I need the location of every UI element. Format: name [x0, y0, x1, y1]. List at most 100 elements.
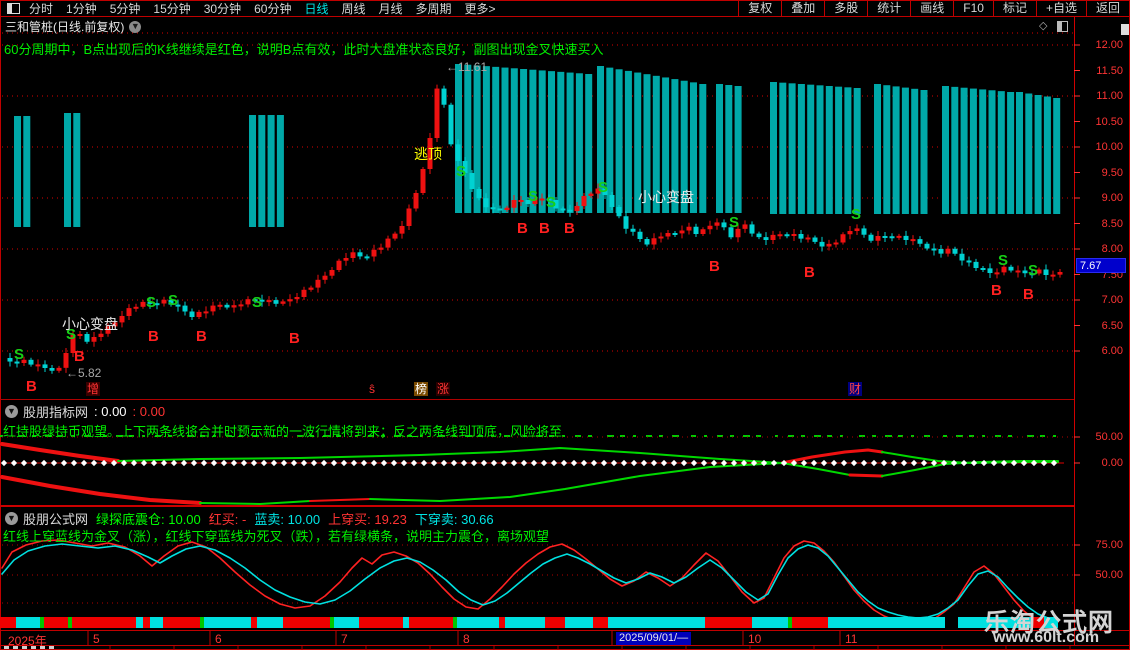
period-tab-3[interactable]: 15分钟 — [153, 0, 190, 17]
month-label: 6 — [215, 632, 222, 646]
marker-sell: S — [851, 206, 862, 223]
marker-sell: S — [528, 188, 539, 205]
selected-date[interactable]: 2025/09/01/— — [616, 632, 692, 645]
panel3-field-0: 绿探底震仓: 10.00 — [96, 512, 201, 527]
marker-sell: S — [252, 294, 263, 311]
panel3-field-3: 上穿买: 19.23 — [328, 512, 407, 527]
y-axis-label: 10.50 — [1095, 115, 1123, 128]
scrollbar-thumb[interactable] — [1121, 24, 1129, 35]
y-axis-label: 12.00 — [1095, 39, 1123, 51]
marker-sell: S — [998, 252, 1009, 269]
panel2-value2: : 0.00 — [132, 404, 166, 419]
panel3-graphics — [0, 539, 1073, 628]
marker-sell: S — [168, 292, 179, 309]
period-tab-5[interactable]: 60分钟 — [254, 0, 291, 17]
y-axis-label: 7.00 — [1101, 294, 1123, 306]
marker-buy: B — [74, 348, 85, 365]
marker-buy: B — [26, 378, 37, 395]
toolbar-button-6[interactable]: 标记 — [992, 0, 1036, 16]
period-tabs: 分时 1分钟 5分钟 15分钟 30分钟 60分钟 日线 周线 月线 多周期 更多> — [29, 0, 509, 17]
chart-annotation: 逃顶 — [414, 146, 442, 162]
toolbar-button-4[interactable]: 画线 — [910, 0, 953, 16]
month-label: 7 — [341, 632, 348, 646]
y-axis-label: 9.00 — [1101, 192, 1123, 204]
toolbar-button-2[interactable]: 多股 — [824, 0, 867, 16]
chart-annotation: ←11.61 — [446, 60, 488, 74]
marker-buy: B — [804, 264, 815, 281]
panel3-note: 红线上穿蓝线为金叉（涨），红线下穿蓝线为死叉（跌），若有绿横条，说明主力震仓，离… — [3, 529, 550, 544]
marker-sell: S — [729, 214, 740, 231]
period-tab-1[interactable]: 1分钟 — [66, 0, 97, 17]
y-axis-label: 6.00 — [1101, 345, 1123, 357]
statusbar-clipped-text — [4, 646, 56, 649]
y-axis-label: 9.50 — [1101, 166, 1123, 179]
panel2-graphics — [0, 435, 1073, 505]
marker-buy: B — [539, 220, 550, 237]
toolbar-button-5[interactable]: F10 — [953, 0, 993, 16]
y-axis-label: 50.00 — [1095, 431, 1123, 443]
y-axis-label: 6.50 — [1101, 319, 1123, 332]
chart-canvas[interactable] — [0, 0, 1130, 650]
marker-buy: B — [517, 220, 528, 237]
toolbar-button-7[interactable]: +自选 — [1035, 0, 1086, 16]
marker-sell: S — [14, 346, 25, 363]
panel3-field-1: 红买: - — [208, 512, 247, 527]
period-tab-9[interactable]: 多周期 — [416, 0, 452, 17]
chart-tag: ŝ — [369, 382, 375, 396]
y-axis-label: 11.00 — [1096, 90, 1123, 102]
y-axis-label: 0.00 — [1101, 457, 1123, 469]
period-tab-8[interactable]: 月线 — [379, 0, 403, 17]
marker-buy: B — [196, 328, 207, 345]
period-tab-0[interactable]: 分时 — [29, 0, 53, 17]
period-tab-4[interactable]: 30分钟 — [204, 0, 241, 17]
marker-sell: S — [146, 294, 157, 311]
current-price-badge: 7.67 — [1076, 258, 1126, 273]
period-tab-7[interactable]: 周线 — [341, 0, 365, 17]
month-label: 5 — [93, 632, 100, 646]
panel2-value1: : 0.00 — [94, 404, 127, 419]
y-axis-label: 75.00 — [1095, 539, 1123, 551]
y-axis-label: 8.50 — [1101, 217, 1123, 230]
panel2-note: 红持股绿持币观望。上下两条线将合并时预示新的一波行情将到来；反之两条线到顶底，风… — [3, 424, 563, 439]
panel3-values: 绿探底震仓: 10.00 红买: - 蓝卖: 10.00 上穿买: 19.23 下穿卖:… — [88, 509, 494, 528]
panel3-field-4: 下穿卖: 30.66 — [414, 512, 494, 527]
collapse-icon[interactable]: ▼ — [5, 405, 18, 418]
diamond-icon[interactable]: ◇ — [1039, 19, 1047, 32]
toolbar-button-0[interactable]: 复权 — [738, 0, 781, 16]
toolbar-button-8[interactable]: 返回 — [1085, 0, 1130, 16]
marker-buy: B — [991, 282, 1002, 299]
chart-annotation: 小心变盘 — [638, 189, 694, 205]
chart-tag: 涨 — [436, 382, 451, 396]
split-view-icon[interactable] — [1057, 21, 1068, 32]
toolbar: 分时 1分钟 5分钟 15分钟 30分钟 60分钟 日线 周线 月线 多周期 更多> 复权 叠加 多股统… — [0, 0, 1130, 16]
y-axis-label: 50.00 — [1095, 569, 1123, 581]
chart-annotation: ←5.82 — [66, 366, 102, 380]
panel2-header: ▼ 股朋指标网 : 0.00 : 0.00 — [2, 402, 165, 421]
marker-buy: B — [709, 258, 720, 275]
marker-sell: S — [1028, 262, 1039, 279]
y-axis-label: 10.00 — [1095, 141, 1123, 153]
period-tab-10[interactable]: 更多> — [465, 0, 496, 17]
chart-tag: 榜 — [414, 382, 429, 396]
chart-tag: 增 — [86, 382, 101, 396]
marker-buy: B — [289, 330, 300, 347]
chart-annotation: 小心变盘 — [62, 316, 118, 332]
toolbar-right-buttons: 复权 叠加 多股 统计 画线 F10 标记 +自选 返回 — [738, 0, 1130, 16]
panel3-header: ▼ 股朋公式网 绿探底震仓: 10.00 红买: - 蓝卖: 10.00 上穿买: 1… — [2, 509, 494, 528]
panel3-title: 股朋公式网 — [23, 512, 89, 527]
page-title: 三和管桩(日线.前复权) — [5, 20, 125, 34]
toolbar-button-1[interactable]: 叠加 — [781, 0, 824, 16]
title-bar: 三和管桩(日线.前复权) ▼ — [5, 18, 142, 35]
period-tab-2[interactable]: 5分钟 — [110, 0, 141, 17]
marker-sell: S — [456, 163, 467, 180]
toolbar-button-3[interactable]: 统计 — [867, 0, 910, 16]
collapse-icon[interactable]: ▼ — [5, 512, 18, 525]
panel2-title: 股朋指标网 — [23, 405, 89, 420]
period-tab-6[interactable]: 日线 — [304, 0, 328, 17]
chevron-down-icon[interactable]: ▼ — [129, 20, 142, 33]
marker-buy: B — [564, 220, 575, 237]
month-label: 11 — [845, 632, 858, 646]
window-icon[interactable] — [7, 2, 20, 14]
month-label: 10 — [748, 632, 762, 646]
y-axis-label: 11.50 — [1096, 64, 1123, 77]
